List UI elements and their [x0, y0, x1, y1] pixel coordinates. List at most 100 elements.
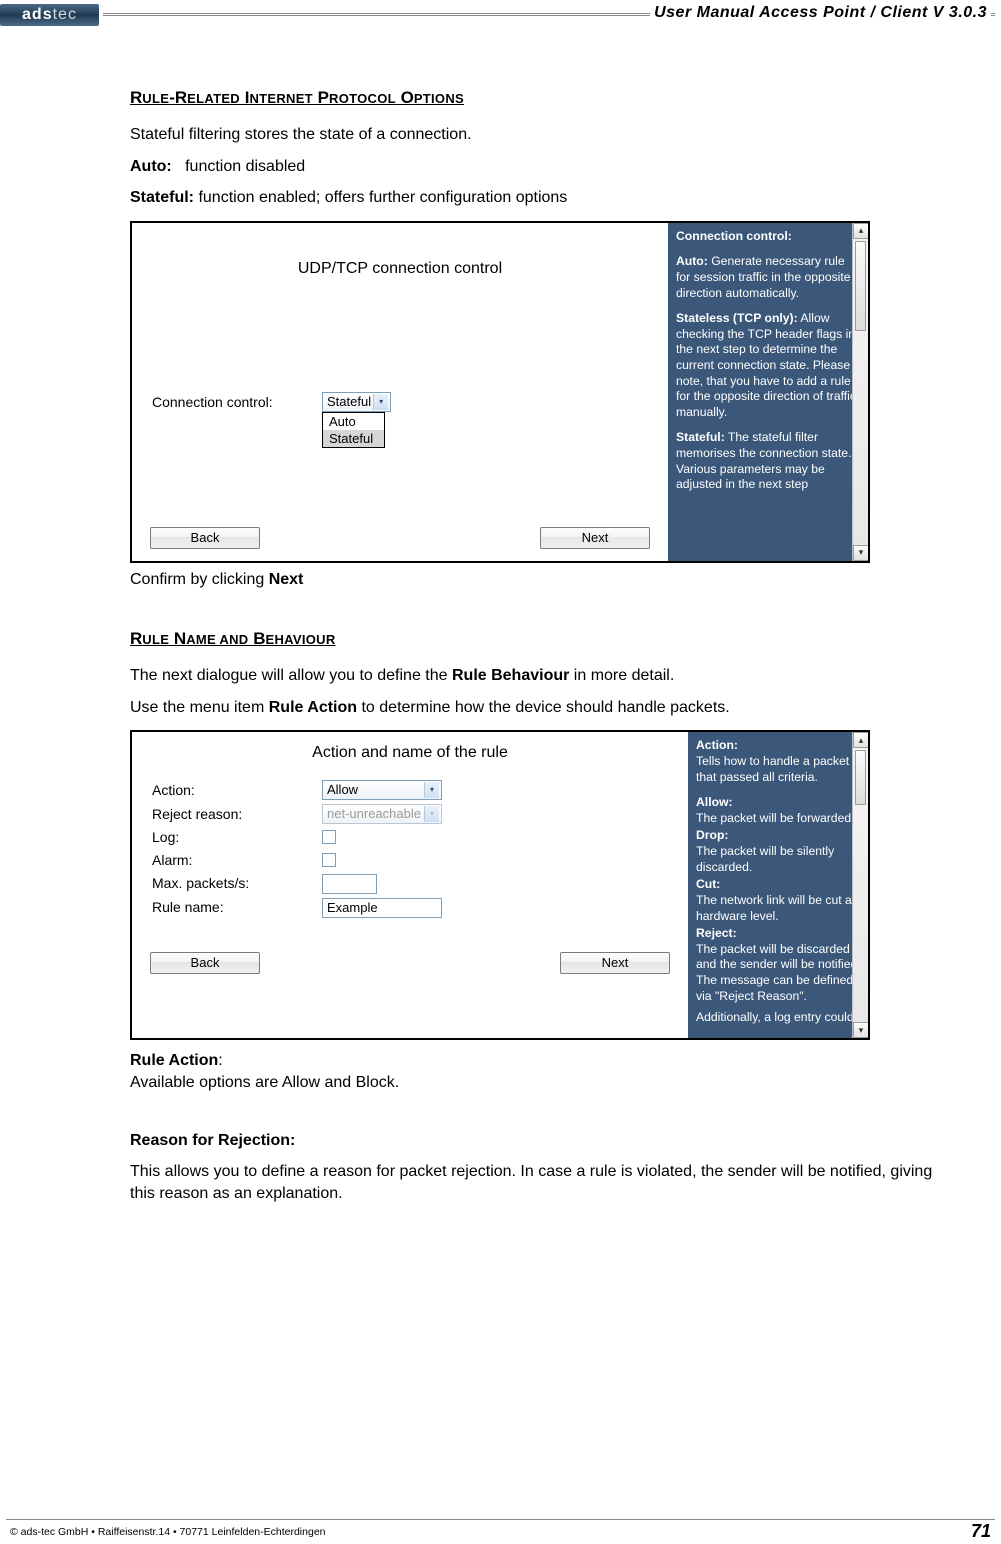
scroll-up-icon[interactable]: ▴: [853, 223, 868, 239]
term-rule-action: Rule Action: [269, 699, 357, 716]
term-stateful: Stateful:: [130, 189, 194, 206]
dialog-title: Action and name of the rule: [132, 732, 688, 764]
help-block: Reject: The packet will be discarded and…: [696, 926, 862, 1004]
chevron-down-icon: ▾: [424, 782, 439, 798]
help-block: Connection control:: [676, 229, 862, 245]
paragraph: This allows you to define a reason for p…: [130, 1161, 960, 1204]
screenshot-main-panel: UDP/TCP connection control Connection co…: [132, 223, 668, 561]
button-row: Back Next: [132, 934, 688, 986]
help-heading: Drop:: [696, 828, 862, 844]
logo-part-ads: ads: [22, 6, 53, 24]
paragraph: Auto: function disabled: [130, 156, 961, 178]
row-max-packets: Max. packets/s:: [152, 874, 670, 894]
rule-action-desc: Available options are Allow and Block.: [130, 1074, 399, 1091]
input-rule-name[interactable]: Example: [322, 898, 442, 918]
row-reject-reason: Reject reason: net-unreachable ▾: [152, 804, 670, 824]
label-max-packets: Max. packets/s:: [152, 874, 322, 893]
help-heading: Connection control:: [676, 229, 792, 243]
form-area: Action: Allow ▾ Reject reason: net-unrea…: [132, 764, 688, 934]
help-heading: Auto:: [676, 254, 708, 268]
help-panel: Action: Tells how to handle a packet tha…: [688, 732, 868, 1038]
help-text: Additionally, a log entry could: [696, 1010, 862, 1026]
help-heading: Reject:: [696, 926, 862, 942]
select-reject-reason: net-unreachable ▾: [322, 804, 442, 824]
help-block: Action: Tells how to handle a packet tha…: [696, 738, 862, 785]
scroll-thumb[interactable]: [855, 750, 866, 805]
heading-protocol-options: RULE-RELATED INTERNET PROTOCOL OPTIONS: [130, 87, 464, 110]
help-block: Cut: The network link will be cut at har…: [696, 877, 862, 924]
content: RULE-RELATED INTERNET PROTOCOL OPTIONS S…: [130, 87, 961, 1204]
paragraph: The next dialogue will allow you to defi…: [130, 665, 961, 687]
chevron-down-icon: ▾: [373, 394, 388, 410]
next-button[interactable]: Next: [540, 527, 650, 549]
help-heading: Allow:: [696, 795, 862, 811]
label-connection-control: Connection control:: [152, 393, 322, 412]
paragraph: Rule Action: Available options are Allow…: [130, 1050, 961, 1093]
brand-logo: adstec: [0, 4, 99, 26]
scroll-down-icon[interactable]: ▾: [853, 1022, 868, 1038]
help-block: Allow: The packet will be forwarded.: [696, 795, 862, 826]
heading-rule-name-behaviour: RULE NAME AND BEHAVIOUR: [130, 628, 336, 651]
help-text: Tells how to handle a packet that passed…: [696, 754, 862, 785]
logo-part-tec: tec: [53, 6, 77, 24]
term-stateful-desc: function enabled; offers further configu…: [198, 189, 567, 206]
confirm-pre: Confirm by clicking: [130, 571, 269, 588]
scroll-thumb[interactable]: [855, 241, 866, 331]
term-auto: Auto:: [130, 158, 172, 175]
help-heading: Cut:: [696, 877, 862, 893]
checkbox-log[interactable]: [322, 830, 336, 844]
label-log: Log:: [152, 828, 322, 847]
next-button[interactable]: Next: [560, 952, 670, 974]
help-block: Drop: The packet will be silently discar…: [696, 828, 862, 875]
help-heading: Stateful:: [676, 430, 725, 444]
label-rule-name: Rule name:: [152, 898, 322, 917]
screenshot-action-name: Action and name of the rule Action: Allo…: [130, 730, 870, 1040]
row-alarm: Alarm:: [152, 851, 670, 870]
help-block: Stateful: The stateful filter memorises …: [676, 430, 862, 492]
heading-reason-rejection: Reason for Rejection:: [130, 1132, 295, 1149]
option-auto[interactable]: Auto: [323, 413, 384, 430]
scrollbar[interactable]: ▴ ▾: [852, 732, 868, 1038]
back-button[interactable]: Back: [150, 527, 260, 549]
help-text: Allow checking the TCP header flags in t…: [676, 311, 856, 419]
term-auto-desc: function disabled: [185, 158, 305, 175]
select-connection-control[interactable]: Stateful ▾: [322, 392, 391, 412]
label-reject-reason: Reject reason:: [152, 805, 322, 824]
row-rule-name: Rule name: Example: [152, 898, 670, 918]
select-value: net-unreachable: [327, 805, 421, 823]
chevron-down-icon: ▾: [424, 806, 439, 822]
page-number: 71: [971, 1521, 991, 1542]
checkbox-alarm[interactable]: [322, 853, 336, 867]
help-text: The packet will be forwarded.: [696, 811, 862, 827]
help-panel: Connection control: Auto: Generate neces…: [668, 223, 868, 561]
help-heading: Stateless (TCP only):: [676, 311, 798, 325]
back-button[interactable]: Back: [150, 952, 260, 974]
select-action[interactable]: Allow ▾: [322, 780, 442, 800]
scrollbar[interactable]: ▴ ▾: [852, 223, 868, 561]
scroll-up-icon[interactable]: ▴: [853, 732, 868, 748]
paragraph: Stateful: function enabled; offers furth…: [130, 187, 961, 209]
label-alarm: Alarm:: [152, 851, 322, 870]
help-text: The packet will be discarded and the sen…: [696, 942, 862, 1004]
paragraph: Use the menu item Rule Action to determi…: [130, 697, 961, 719]
input-max-packets[interactable]: [322, 874, 377, 894]
row-connection-control: Connection control: Stateful ▾ Auto Stat…: [152, 392, 650, 412]
footer-copyright: © ads-tec GmbH • Raiffeisenstr.14 • 7077…: [10, 1526, 326, 1538]
paragraph: Stateful filtering stores the state of a…: [130, 124, 961, 146]
paragraph: Confirm by clicking Next: [130, 569, 961, 591]
select-open-list[interactable]: Auto Stateful: [322, 412, 385, 448]
help-block: Stateless (TCP only): Allow checking the…: [676, 311, 862, 420]
footer-rule-line: [6, 1519, 995, 1520]
scroll-down-icon[interactable]: ▾: [853, 545, 868, 561]
screenshot-main-panel: Action and name of the rule Action: Allo…: [132, 732, 688, 1038]
page: adstec User Manual Access Point / Client…: [0, 4, 1001, 1544]
row-action: Action: Allow ▾: [152, 780, 670, 800]
term-rule-behaviour: Rule Behaviour: [452, 667, 569, 684]
button-row: Back Next: [132, 517, 668, 561]
row-log: Log:: [152, 828, 670, 847]
confirm-next: Next: [269, 571, 304, 588]
dialog-title: UDP/TCP connection control: [132, 223, 668, 280]
help-heading: Action:: [696, 738, 862, 754]
option-stateful[interactable]: Stateful: [323, 430, 384, 447]
help-text: The packet will be silently discarded.: [696, 844, 862, 875]
